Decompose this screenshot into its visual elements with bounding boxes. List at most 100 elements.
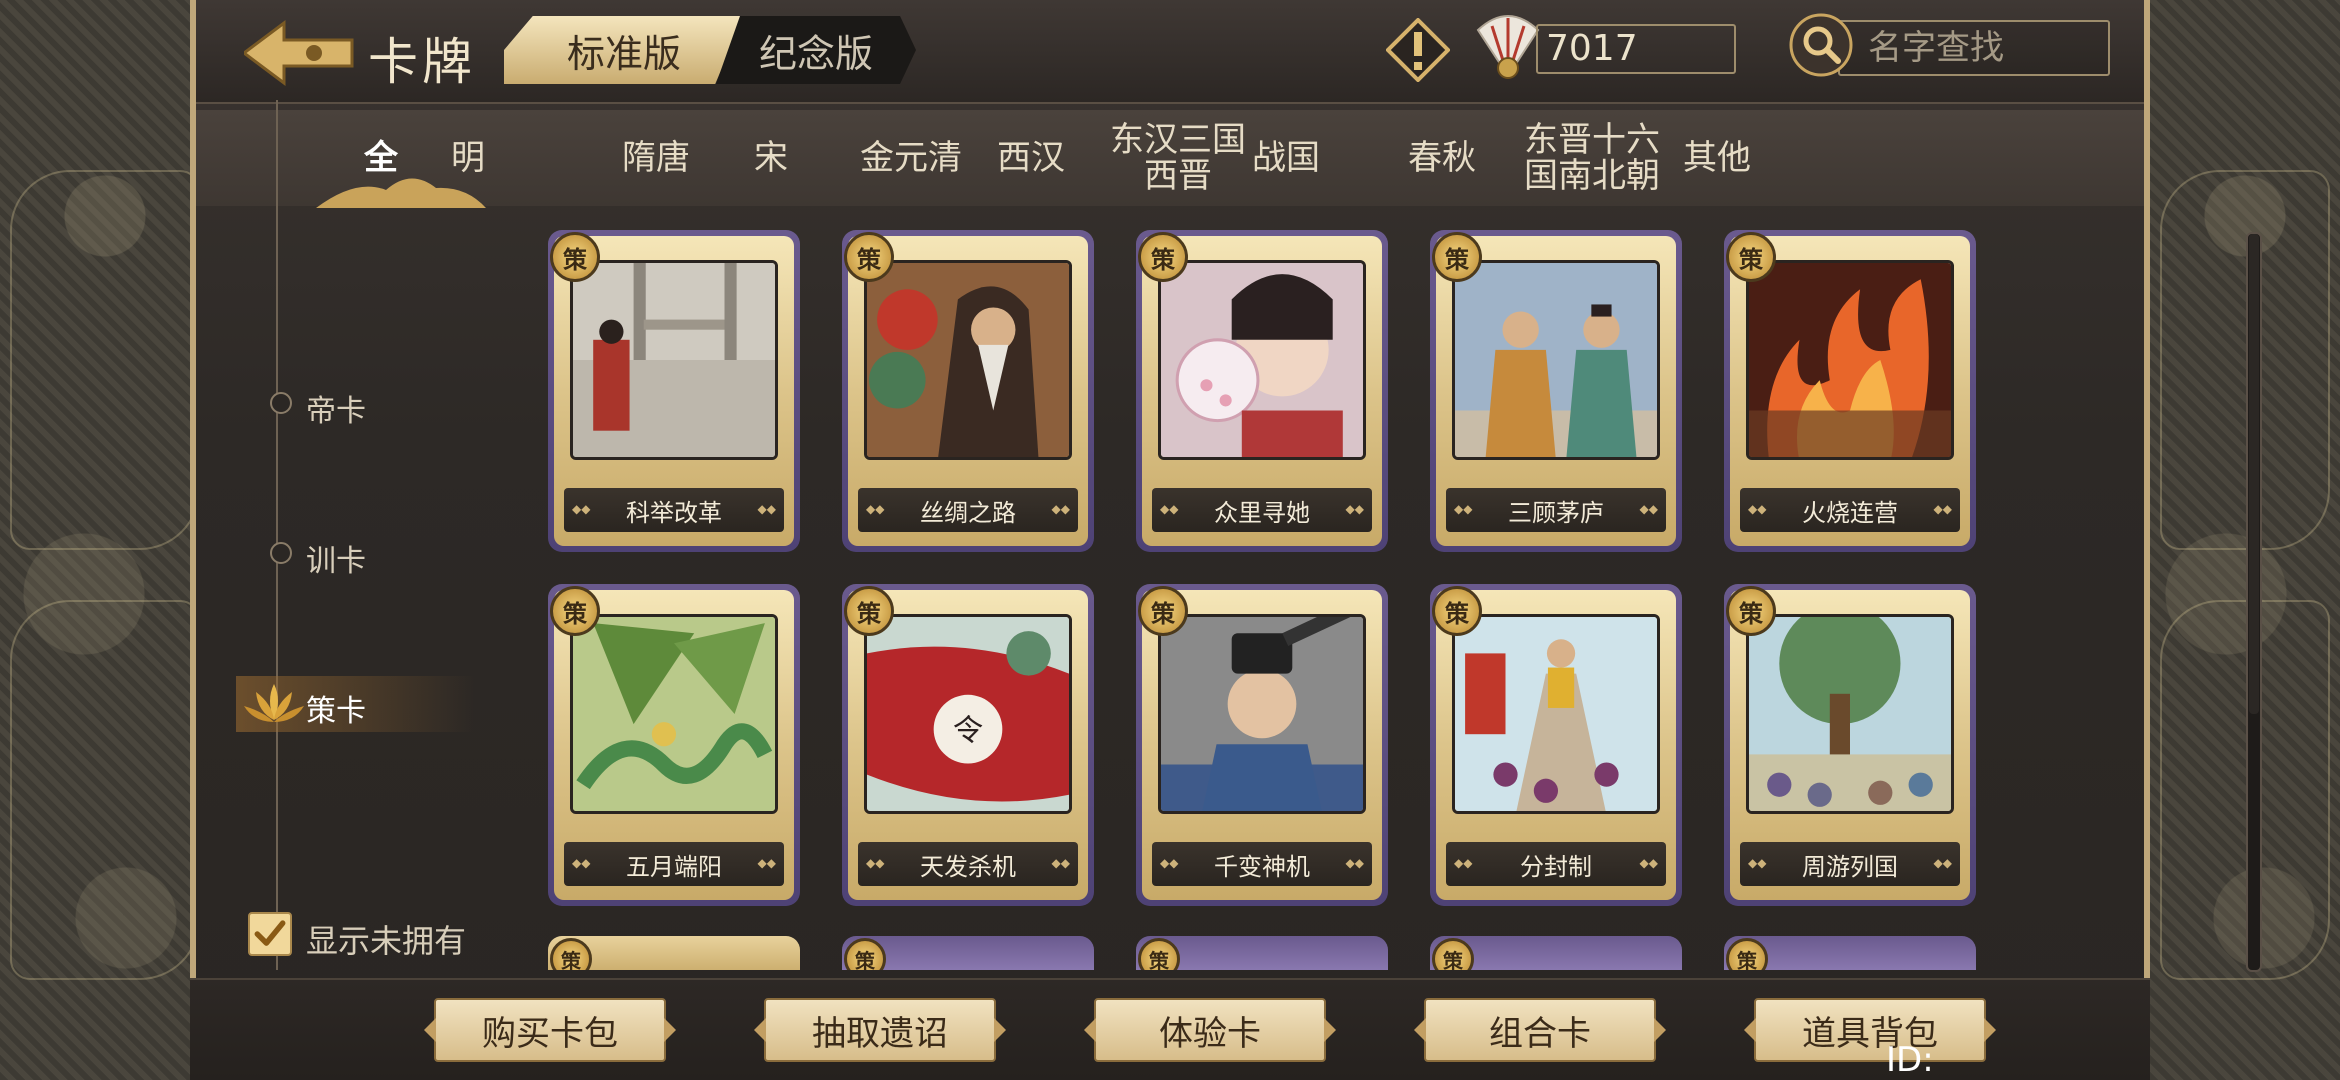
card-art (1746, 260, 1954, 460)
strategy-badge-icon: 策 (1432, 586, 1482, 636)
card-name: 众里寻她 (1152, 488, 1372, 532)
card-name: 丝绸之路 (858, 488, 1078, 532)
strategy-badge-icon: 策 (844, 586, 894, 636)
card[interactable]: 策周游列国 (1724, 584, 1976, 906)
card-art (1158, 614, 1366, 814)
category-tab[interactable]: 明 (413, 110, 523, 206)
card-illustration (867, 263, 1069, 457)
card-illustration (1161, 617, 1363, 811)
strategy-badge-icon: 策 (1432, 938, 1474, 970)
scrollbar-thumb[interactable] (2249, 234, 2259, 714)
bottom-button[interactable]: 体验卡 (1094, 998, 1326, 1062)
card-illustration (1455, 617, 1657, 811)
strategy-badge-icon: 策 (1726, 938, 1768, 970)
card-name: 千变神机 (1152, 842, 1372, 886)
bottom-button[interactable]: 组合卡 (1424, 998, 1656, 1062)
strategy-badge-icon: 策 (1138, 586, 1188, 636)
card[interactable]: 令 策天发杀机 (842, 584, 1094, 906)
bottom-button[interactable]: 购买卡包 (434, 998, 666, 1062)
strategy-badge-icon: 策 (1726, 232, 1776, 282)
card-art (864, 260, 1072, 460)
category-tab[interactable]: 宋 (716, 110, 826, 206)
card[interactable]: 策三顾茅庐 (1430, 230, 1682, 552)
category-tab[interactable]: 战国 (1226, 110, 1346, 206)
side-menu-item[interactable]: 训卡 (270, 530, 456, 580)
card-illustration (573, 263, 775, 457)
category-tab[interactable]: 西汉 (966, 110, 1096, 206)
side-menu-item[interactable]: 策卡 (306, 680, 456, 730)
tab-standard[interactable]: 标准版 (504, 16, 744, 84)
search-icon[interactable] (1788, 12, 1854, 78)
card-illustration (1749, 263, 1951, 457)
card-name: 三顾茅庐 (1446, 488, 1666, 532)
card[interactable]: 策分封制 (1430, 584, 1682, 906)
card-peek[interactable]: 策 (1430, 936, 1682, 970)
card-illustration (1749, 617, 1951, 811)
card-art (1452, 614, 1660, 814)
search-input[interactable]: 名字查找 (1838, 20, 2110, 76)
side-menu-dot-icon (270, 392, 292, 414)
strategy-badge-icon: 策 (844, 938, 886, 970)
card[interactable]: 策五月端阳 (548, 584, 800, 906)
card-name: 科举改革 (564, 488, 784, 532)
currency-fan-icon (1476, 15, 1540, 79)
card-name: 五月端阳 (564, 842, 784, 886)
category-tab[interactable]: 金元清 (836, 110, 986, 206)
left-dragon-panel (0, 0, 210, 1080)
side-menu-label: 训卡 (306, 544, 366, 579)
side-menu-item[interactable]: 帝卡 (270, 380, 456, 430)
card-illustration (573, 617, 775, 811)
strategy-badge-icon: 策 (550, 586, 600, 636)
card-illustration (1161, 263, 1363, 457)
card[interactable]: 策火烧连营 (1724, 230, 1976, 552)
category-tab[interactable]: 春秋 (1382, 110, 1502, 206)
card[interactable]: 策众里寻她 (1136, 230, 1388, 552)
card-name: 分封制 (1446, 842, 1666, 886)
side-menu-label: 策卡 (306, 694, 366, 729)
card-peek[interactable]: 策 (842, 936, 1094, 970)
card-art (1746, 614, 1954, 814)
top-bar: 卡牌 标准版 纪念版 7017 名字查找 (196, 0, 2144, 104)
strategy-badge-icon: 策 (1138, 232, 1188, 282)
card-name: 周游列国 (1740, 842, 1960, 886)
checkbox[interactable] (248, 912, 292, 956)
strategy-badge-icon: 策 (1138, 938, 1180, 970)
back-arrow-icon[interactable] (244, 18, 354, 88)
svg-text:令: 令 (953, 713, 983, 748)
side-menu-line (276, 100, 278, 970)
card[interactable]: 策丝绸之路 (842, 230, 1094, 552)
side-menu-label: 帝卡 (306, 394, 366, 429)
card-art (1452, 260, 1660, 460)
strategy-badge-icon: 策 (550, 232, 600, 282)
user-id: ID: 13589607 (1886, 1040, 1934, 1080)
tab-memorial[interactable]: 纪念版 (716, 16, 916, 84)
scrollbar[interactable] (2246, 232, 2262, 972)
game-screen: 卡牌 标准版 纪念版 7017 名字查找 全 明 隋唐 宋 金元清 西汉 东汉三… (0, 0, 2340, 1080)
card-art: 令 (864, 614, 1072, 814)
card-peek[interactable]: 策 (1724, 936, 1976, 970)
category-tab[interactable]: 其他 (1652, 110, 1782, 206)
main-panel: 卡牌 标准版 纪念版 7017 名字查找 全 明 隋唐 宋 金元清 西汉 东汉三… (190, 0, 2262, 1080)
card[interactable]: 策千变神机 (1136, 584, 1388, 906)
category-tab[interactable]: 隋唐 (576, 110, 736, 206)
card-name: 火烧连营 (1740, 488, 1960, 532)
category-tab[interactable]: 东晋十六 国南北朝 (1512, 110, 1672, 206)
warning-icon[interactable] (1386, 18, 1450, 82)
page-title: 卡牌 (368, 33, 476, 91)
card-name: 天发杀机 (858, 842, 1078, 886)
card-illustration: 令 (867, 617, 1069, 811)
card-peek[interactable]: 策 (1136, 936, 1388, 970)
card-art (570, 260, 778, 460)
card[interactable]: 策科举改革 (548, 230, 800, 552)
strategy-badge-icon: 策 (1432, 232, 1482, 282)
show-unowned-label: 显示未拥有 (306, 922, 467, 960)
card-peek[interactable]: 策 (548, 936, 800, 970)
card-grid: 策科举改革策丝绸之路策众里寻她策三顾茅庐策火烧连营策五月端阳令策天发杀机策千变神… (548, 230, 2208, 970)
category-tabs: 全明隋唐宋金元清 西汉 东汉三国 西晋 战国 春秋 东晋十六 国南北朝 其他 (196, 110, 2144, 208)
lotus-icon (244, 684, 304, 722)
card-art (570, 614, 778, 814)
bottom-button[interactable]: 抽取遗诏 (764, 998, 996, 1062)
card-art (1158, 260, 1366, 460)
strategy-badge-icon: 策 (844, 232, 894, 282)
currency-amount: 7017 (1536, 24, 1736, 74)
